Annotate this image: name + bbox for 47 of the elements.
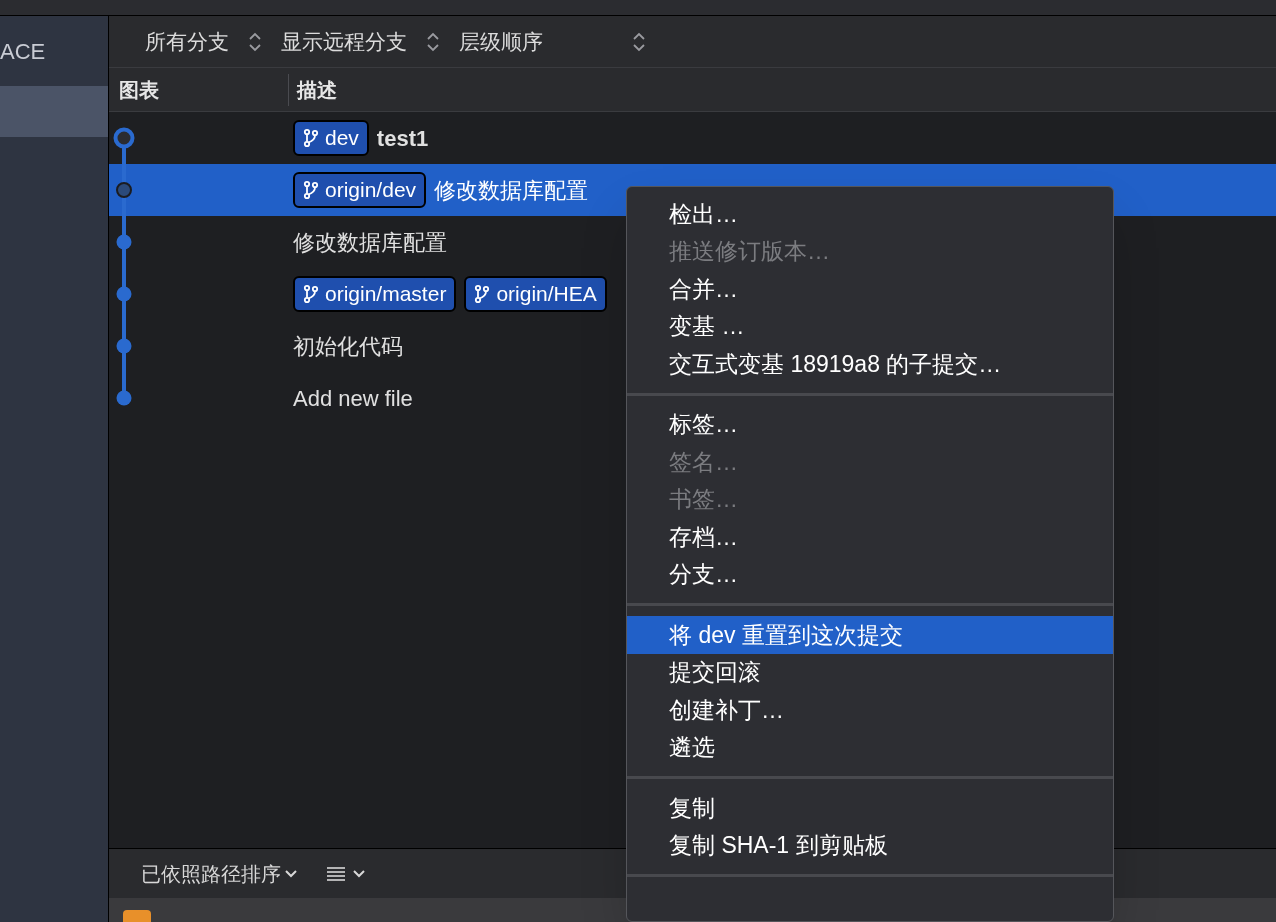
branch-icon [303,128,319,148]
commit-message: test1 [376,124,429,153]
menu-item[interactable]: 交互式变基 18919a8 的子提交… [627,345,1113,383]
up-down-chevron-icon [427,30,439,53]
menu-item[interactable]: 复制 SHA-1 到剪贴板 [627,826,1113,864]
commit-message: Add new file [293,384,413,413]
menu-item[interactable]: 复制 [627,789,1113,827]
chevron-down-icon [285,869,297,878]
list-view-dropdown[interactable] [327,865,365,882]
filter-dropdown[interactable]: 显示远程分支 [281,25,439,58]
menu-item[interactable]: 标签… [627,405,1113,443]
up-down-chevron-icon [249,30,261,53]
branch-label[interactable]: origin/HEA [464,276,607,312]
menu-item[interactable]: 合并… [627,270,1113,308]
menu-item[interactable]: 变基 … [627,307,1113,345]
menu-item[interactable]: 遴选 [627,728,1113,766]
commit-row[interactable]: 修改数据库配置 [109,216,626,268]
commit-row[interactable]: Add new file [109,372,626,424]
branch-icon [303,284,319,304]
commit-row[interactable]: origin/master origin/HEA [109,268,626,320]
menu-item[interactable]: 检出… [627,195,1113,233]
sidebar-title: ACE [0,37,47,66]
commit-message: 初始化代码 [293,332,403,361]
branch-label[interactable]: dev [293,120,369,156]
menu-item[interactable]: 将 dev 重置到这次提交 [627,616,1113,654]
file-icon [123,910,151,922]
branch-icon [474,284,491,304]
menu-item[interactable]: 存档… [627,518,1113,556]
branch-label[interactable]: origin/dev [293,172,427,208]
chevron-down-icon [353,869,365,878]
list-icon [327,865,345,882]
commit-row[interactable]: origin/dev 修改数据库配置 [109,164,626,216]
branch-label[interactable]: origin/master [293,276,457,312]
column-header[interactable]: 描述 [289,74,337,105]
sort-dropdown[interactable]: 已依照路径排序 [141,858,297,889]
column-header[interactable]: 图表 [109,73,289,106]
filter-dropdown[interactable]: 层级顺序 [459,25,645,58]
menu-item[interactable]: 分支… [627,555,1113,593]
commit-row[interactable]: dev test1 [109,112,626,164]
filter-dropdown[interactable]: 所有分支 [145,25,261,58]
commit-message: 修改数据库配置 [434,176,589,205]
menu-item[interactable]: 创建补丁… [627,691,1113,729]
commit-row[interactable]: 初始化代码 [109,320,626,372]
commit-message: 修改数据库配置 [293,228,447,257]
branch-icon [303,180,319,200]
menu-item[interactable]: 提交回滚 [627,653,1113,691]
up-down-chevron-icon [633,30,645,53]
